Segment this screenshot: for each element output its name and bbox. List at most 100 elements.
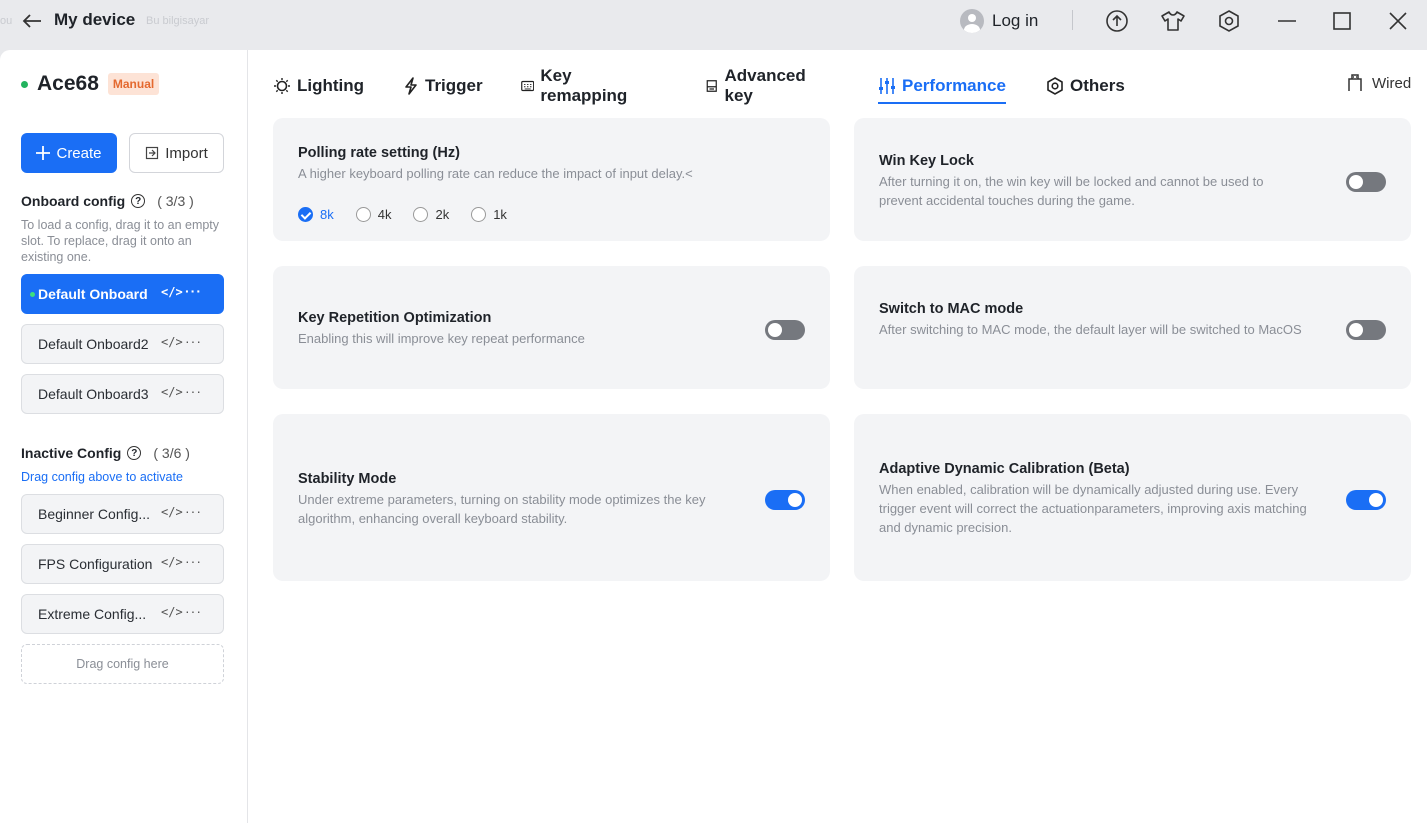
create-button[interactable]: Create [21,133,117,173]
radio-1k[interactable]: 1k [471,207,507,222]
radio-label: 8k [320,207,334,222]
stability-mode-toggle[interactable] [765,490,805,510]
bulb-icon [274,78,290,94]
tab-label: Lighting [297,76,365,95]
onboard-config-item[interactable]: Default Onboard </> ··· [21,274,224,314]
window-title: My device [54,10,136,29]
upload-icon[interactable] [1104,8,1130,34]
tab-key-remapping[interactable]: Key remapping [521,66,632,105]
radio-checked-icon [298,207,313,222]
plus-icon [36,146,51,160]
divider [1072,10,1073,30]
radio-label: 2k [435,207,450,222]
import-icon [146,146,159,160]
card-title: Win Key Lock [879,153,974,169]
radio-2k[interactable]: 2k [413,207,449,222]
maximize-icon[interactable] [1329,8,1355,34]
onboard-config-heading: Onboard config ? ( 3/3 ) [21,193,194,209]
active-indicator-dot [30,292,35,297]
win-key-lock-toggle[interactable] [1346,172,1386,192]
config-item-label: Default Onboard3 [38,386,149,402]
keyboard-icon [521,80,535,92]
tab-label: Advanced key [724,66,806,105]
adaptive-calibration-card: Adaptive Dynamic Calibration (Beta) When… [854,414,1411,581]
import-label: Import [165,144,208,162]
inactive-config-title: Inactive Config [21,445,122,461]
config-item-label: FPS Configuration [38,556,153,572]
create-label: Create [56,144,102,162]
tab-label: Performance [902,76,1006,95]
code-icon[interactable]: </> [161,605,183,619]
card-description: After turning it on, the win key will be… [879,174,1264,208]
card-description: A higher keyboard polling rate can reduc… [298,166,693,181]
more-icon[interactable]: ··· [185,333,202,349]
onboard-config-item[interactable]: Default Onboard2 </> ··· [21,324,224,364]
card-title: Adaptive Dynamic Calibration (Beta) [879,461,1130,477]
device-header: Ace68 Manual [21,72,160,96]
card-title: Stability Mode [298,471,397,487]
config-item-label: Default Onboard [38,286,148,302]
drop-zone[interactable]: Drag config here [21,644,224,684]
onboard-config-item[interactable]: Default Onboard3 </> ··· [21,374,224,414]
mac-mode-card: Switch to MAC mode After switching to MA… [854,266,1411,389]
more-icon[interactable]: ··· [185,503,202,519]
tab-lighting[interactable]: Lighting [273,72,364,100]
inactive-config-item[interactable]: Beginner Config... </> ··· [21,494,224,534]
code-icon[interactable]: </> [161,505,183,519]
tab-label: Others [1070,76,1125,95]
close-icon[interactable] [1385,8,1411,34]
radio-4k[interactable]: 4k [355,207,391,222]
help-icon[interactable]: ? [127,446,142,460]
more-icon[interactable]: ··· [185,553,202,569]
onboard-config-description: To load a config, drag it to an empty sl… [21,218,220,264]
more-icon[interactable]: ··· [185,383,202,399]
desktop-ghost-text: ou [0,15,13,27]
config-item-label: Default Onboard2 [38,336,149,352]
inactive-config-heading: Inactive Config ? ( 3/6 ) [21,445,190,461]
settings-hexagon-icon[interactable] [1216,8,1242,34]
device-name: Ace68 [37,72,99,95]
radio-8k[interactable]: 8k [298,207,334,222]
tab-trigger[interactable]: Trigger [403,72,483,100]
card-title: Key Repetition Optimization [298,310,492,326]
radio-unchecked-icon [355,207,371,222]
card-title: Switch to MAC mode [879,301,1024,317]
stability-mode-card: Stability Mode Under extreme parameters,… [273,414,830,581]
user-avatar-icon [960,9,984,33]
code-icon[interactable]: </> [161,555,183,569]
login-label: Log in [992,11,1039,30]
sidebar: Ace68 Manual Create Import Onboard confi… [0,50,248,823]
tab-others[interactable]: Others [1046,72,1125,100]
card-description: Under extreme parameters, turning on sta… [298,492,706,526]
inactive-config-item[interactable]: Extreme Config... </> ··· [21,594,224,634]
sliders-icon [879,78,895,94]
mode-badge: Manual [107,73,160,95]
wired-connection-icon [1348,74,1362,91]
code-icon[interactable]: </> [161,285,183,299]
help-icon[interactable]: ? [131,194,146,208]
onboard-config-count: ( 3/3 ) [157,193,194,209]
tab-advanced-key[interactable]: Advanced key [705,66,810,105]
import-button[interactable]: Import [129,133,224,173]
inactive-config-item[interactable]: FPS Configuration </> ··· [21,544,224,584]
key-repetition-toggle[interactable] [765,320,805,340]
tshirt-icon[interactable] [1160,8,1186,34]
adaptive-calibration-toggle[interactable] [1346,490,1386,510]
more-icon[interactable]: ··· [185,603,202,619]
login-button[interactable]: Log in [960,8,1038,34]
tab-performance[interactable]: Performance [878,72,1006,104]
code-icon[interactable]: </> [161,385,183,399]
tab-label: Trigger [425,76,483,95]
main-panel: Ace68 Manual Create Import Onboard confi… [0,50,1427,823]
title-bar: ou My device Bu bilgisayar Log in [0,0,1427,50]
inactive-config-count: ( 3/6 ) [153,445,190,461]
mac-mode-toggle[interactable] [1346,320,1386,340]
onboard-config-title: Onboard config [21,193,126,209]
back-arrow-icon[interactable] [18,8,46,34]
minimize-icon[interactable] [1274,8,1300,34]
more-icon[interactable]: ··· [185,283,202,299]
code-icon[interactable]: </> [161,335,183,349]
radio-unchecked-icon [471,207,487,222]
connection-status-dot [21,80,28,88]
config-item-label: Beginner Config... [38,506,151,522]
